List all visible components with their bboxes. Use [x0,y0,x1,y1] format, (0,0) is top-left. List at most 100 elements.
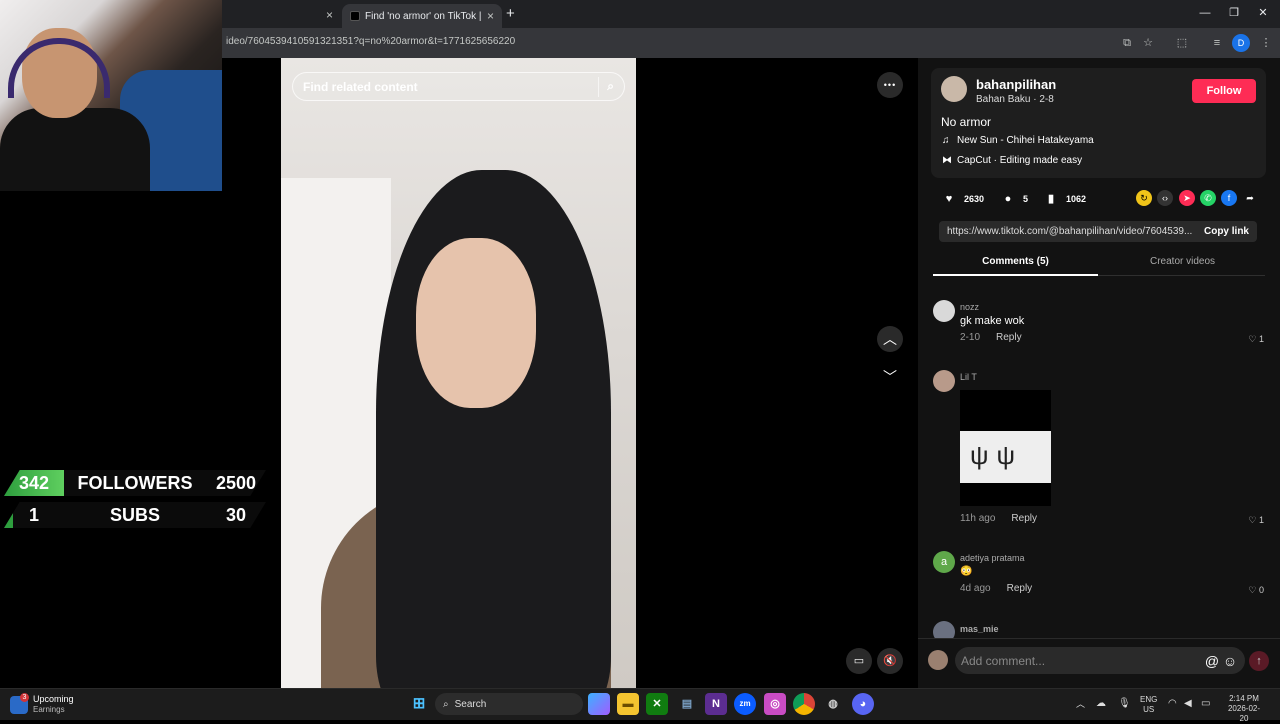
widget-badge: 3 [20,693,29,702]
obs-icon[interactable]: ◍ [822,693,844,715]
whatsapp-icon[interactable]: ✆ [1200,190,1216,206]
profile-avatar[interactable]: D [1232,34,1250,52]
capcut-icon: ⧓ [942,155,952,166]
comment-like-count: 1 [1258,515,1264,525]
video-player[interactable] [281,58,636,688]
search-divider [598,76,600,97]
cast-icon[interactable]: ⧉ [1118,34,1136,52]
next-video-button[interactable]: ﹀ [877,364,903,390]
comment-sticker-image[interactable]: ψψ [960,390,1051,506]
comment-meta: 2-10 Reply [960,332,1022,343]
webcam-shirt [0,108,150,191]
comment-like[interactable]: ♡ 1 [1240,334,1264,345]
url-field[interactable]: ideo/7604539410591321351?q=no%20armor&t=… [226,36,515,47]
onedrive-icon[interactable]: ☁ [1096,699,1106,709]
comment-author[interactable]: nozz [960,302,979,312]
chrome-icon[interactable] [793,693,815,715]
clock-time: 2:14 PM [1229,694,1259,703]
reply-button[interactable]: Reply [996,332,1022,343]
start-windows-icon[interactable]: ⊞ [408,693,430,715]
like-stat[interactable]: ♥ 2630 [940,190,984,208]
taskbar-search-label: Search [454,698,487,710]
share-arrow-icon[interactable]: ➦ [1242,190,1258,206]
tab-close-icon[interactable]: × [487,9,494,23]
music-title[interactable]: New Sun - Chihei Hatakeyama [957,135,1094,146]
capcut-link[interactable]: CapCut · Editing made easy [957,155,1082,166]
share-link-url[interactable]: https://www.tiktok.com/@bahanpilihan/vid… [947,226,1192,237]
tab-tiktok-search[interactable]: Find 'no armor' on TikTok | Tik × [342,4,502,28]
language-indicator[interactable]: ENG US [1140,695,1157,715]
visual-studio-icon[interactable]: N [705,693,727,715]
comment-author[interactable]: mas_mie [960,624,999,634]
comment-input[interactable]: Add comment... @ ☺ [955,647,1245,674]
zoom-icon[interactable]: zm [734,693,756,715]
tray-chevron-icon[interactable]: ︿ [1076,699,1085,709]
menu-icon[interactable]: ⋮ [1257,34,1275,52]
battery-icon[interactable]: ▭ [1201,699,1210,709]
embed-icon[interactable]: ‹› [1157,190,1173,206]
volume-icon[interactable]: ◀ [1184,699,1192,709]
comment-text: gk make wok [960,315,1025,327]
bookmark-star-icon[interactable]: ☆ [1139,34,1157,52]
comment-author[interactable]: Lil T [960,372,977,382]
user-avatar[interactable] [928,650,948,670]
comment-avatar[interactable] [933,300,955,322]
wifi-icon[interactable]: ◠ [1168,699,1177,709]
mention-icon[interactable]: @ [1203,653,1221,669]
send-to-friend-icon[interactable]: ➤ [1179,190,1195,206]
taskbar-search[interactable]: ⌕ Search [435,693,583,715]
follow-button[interactable]: Follow [1192,79,1256,103]
close-window-button[interactable]: ✕ [1252,4,1274,22]
comment-avatar[interactable]: a [933,551,955,573]
taskbar [0,688,1280,720]
comment-like[interactable]: ♡ 1 [1240,515,1264,526]
widget-title[interactable]: Upcoming [33,694,74,704]
new-tab-button[interactable]: + [506,5,515,22]
search-icon: ⌕ [443,698,449,710]
tab-comments[interactable]: Comments (5) [933,252,1098,276]
inactive-tab-close-icon[interactable]: × [326,8,333,22]
repost-icon[interactable]: ↻ [1136,190,1152,206]
related-search-input[interactable]: Find related content ⌕ [292,72,625,101]
followers-label: FOLLOWERS [77,472,193,493]
app-icon[interactable]: ◎ [764,693,786,715]
emoji-icon[interactable]: ☺ [1221,653,1239,669]
comment-stat[interactable]: ● 5 [999,190,1028,208]
comment-like[interactable]: ♡ 0 [1240,585,1264,596]
database-icon[interactable]: ▤ [676,693,698,715]
send-comment-button[interactable]: ↑ [1249,651,1269,671]
creator-avatar[interactable] [941,76,967,102]
save-stat[interactable]: ▮ 1062 [1042,190,1086,208]
copilot-icon[interactable] [588,693,610,715]
share-link-box: https://www.tiktok.com/@bahanpilihan/vid… [939,221,1257,242]
search-icon[interactable]: ⌕ [607,79,614,94]
reply-button[interactable]: Reply [1007,583,1033,594]
microphone-icon[interactable]: 🎙 [1118,699,1131,709]
more-options-button[interactable]: ••• [877,72,903,98]
previous-video-button[interactable]: ︿ [877,326,903,352]
comment-time: 4d ago [960,583,991,594]
heart-icon: ♥ [945,193,953,205]
subs-label: SUBS [109,504,160,525]
tab-creator-videos[interactable]: Creator videos [1100,252,1265,276]
file-explorer-icon[interactable]: ▬ [617,693,639,715]
creator-subtitle: Bahan Baku · 2-8 [976,94,1054,105]
comment-author[interactable]: adetiya pratama [960,553,1025,563]
reply-button[interactable]: Reply [1011,513,1037,524]
extensions-icon[interactable]: ⬚ [1173,34,1191,52]
clock-date: 2026-02-20 [1227,704,1261,723]
media-icon[interactable]: ≡ [1208,34,1226,52]
minimize-button[interactable]: — [1194,4,1216,22]
widget-subtitle: Earnings [33,705,65,714]
picture-in-picture-button[interactable]: ▭ [846,648,872,674]
copy-link-button[interactable]: Copy link [1204,226,1249,237]
restore-button[interactable]: ❐ [1223,4,1245,22]
creator-username[interactable]: bahanpilihan [976,77,1056,92]
mute-button[interactable]: 🔇 [877,648,903,674]
discord-icon[interactable]: ◕ [852,693,874,715]
xbox-icon[interactable]: ✕ [646,693,668,715]
comment-avatar[interactable] [933,370,955,392]
followers-goal-bar: 342 FOLLOWERS 2500 [4,470,266,496]
comment-count: 5 [1023,194,1029,204]
facebook-icon[interactable]: f [1221,190,1237,206]
